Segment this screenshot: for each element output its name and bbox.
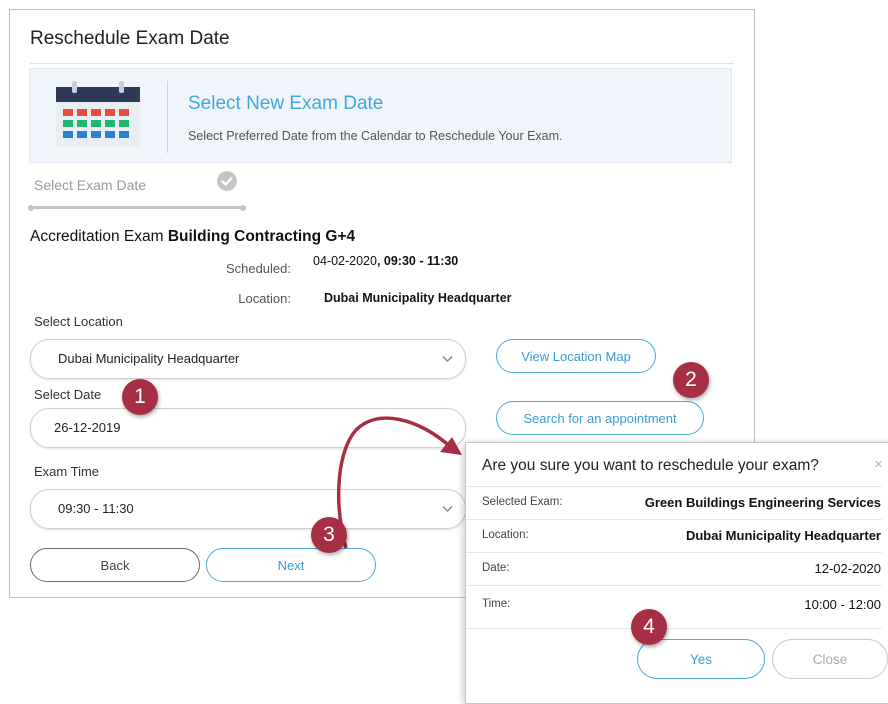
close-button[interactable]: Close bbox=[772, 639, 888, 679]
step-badge-1: 1 bbox=[122, 379, 158, 415]
dialog-row-key: Time: bbox=[482, 598, 511, 610]
dialog-row-date: Date: 12-02-2020 bbox=[466, 552, 882, 584]
step-badge-2: 2 bbox=[673, 362, 709, 398]
close-icon[interactable]: × bbox=[874, 456, 883, 473]
dialog-row-value: 10:00 - 12:00 bbox=[804, 597, 881, 612]
step-badge-4: 4 bbox=[631, 609, 667, 645]
dialog-row-location: Location: Dubai Municipality Headquarter bbox=[466, 519, 882, 551]
dialog-row-time: Time: 10:00 - 12:00 bbox=[466, 585, 882, 628]
dialog-row-key: Selected Exam: bbox=[482, 496, 563, 508]
dialog-row-value: 12-02-2020 bbox=[814, 561, 882, 576]
dialog-row-exam: Selected Exam: Green Buildings Engineeri… bbox=[466, 486, 882, 518]
dialog-row-key: Date: bbox=[482, 562, 510, 574]
confirm-dialog: Are you sure you want to reschedule your… bbox=[465, 442, 888, 704]
dialog-title: Are you sure you want to reschedule your… bbox=[482, 457, 819, 474]
yes-button[interactable]: Yes bbox=[637, 639, 765, 679]
dialog-row-value: Dubai Municipality Headquarter bbox=[685, 528, 881, 543]
dialog-divider bbox=[466, 628, 882, 629]
step-badge-3: 3 bbox=[311, 517, 347, 553]
dialog-row-key: Location: bbox=[482, 529, 529, 541]
dialog-row-value: Green Buildings Engineering Services bbox=[644, 495, 881, 510]
